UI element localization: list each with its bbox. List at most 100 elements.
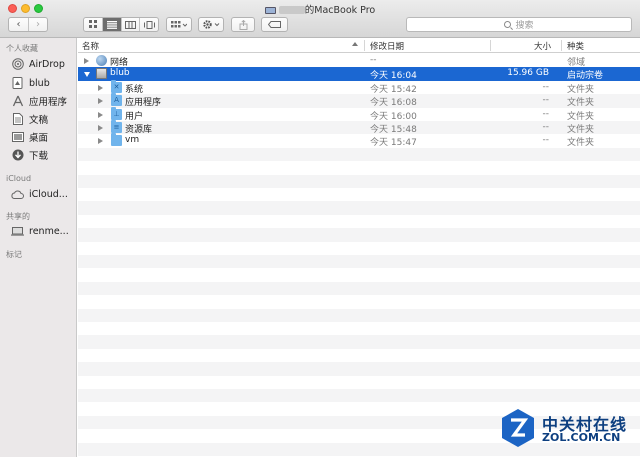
column-header-name[interactable]: 名称 — [82, 40, 99, 52]
disclosure-triangle-icon[interactable] — [98, 138, 103, 145]
row-stripe — [78, 322, 640, 335]
sidebar-item-desktop[interactable]: 桌面 — [11, 130, 48, 144]
row-stripe — [78, 376, 640, 389]
list-icon — [107, 20, 118, 29]
column-divider[interactable] — [490, 40, 491, 51]
row-date: 今天 16:04 — [370, 71, 417, 82]
share-button[interactable] — [231, 17, 255, 32]
row-stripe — [78, 308, 640, 322]
disclosure-triangle-icon[interactable] — [84, 58, 89, 64]
column-header-kind[interactable]: 种类 — [567, 40, 584, 52]
sidebar-item-icloud-drive[interactable]: iCloud... — [11, 187, 68, 201]
search-placeholder: 搜索 — [515, 21, 534, 31]
search-field[interactable]: 搜索 — [406, 17, 632, 32]
tag-button[interactable] — [261, 17, 288, 32]
desktop-icon — [11, 131, 24, 144]
back-button[interactable]: ‹ — [9, 18, 28, 31]
row-size: -- — [542, 135, 550, 146]
apps-folder-icon: A — [111, 93, 122, 107]
sidebar-item-label: 桌面 — [29, 133, 49, 144]
row-date: 今天 16:08 — [370, 98, 417, 109]
row-kind: 文件夹 — [567, 98, 595, 109]
laptop-icon — [264, 7, 276, 14]
window-toolbar: 的MacBook Pro ‹ › 搜索 — [0, 0, 640, 38]
row-size: -- — [542, 95, 550, 106]
table-row-blub[interactable]: blub 今天 16:04 15.96 GB 启动宗卷 — [78, 67, 640, 82]
table-row-users[interactable]: ⊥ 用户 今天 16:00 -- 文件夹 — [78, 106, 640, 122]
airdrop-icon — [11, 58, 24, 71]
row-size: 15.96 GB — [507, 68, 549, 79]
arrange-button[interactable] — [166, 17, 192, 32]
table-row-network[interactable]: 网络 -- 邻域 — [78, 54, 640, 68]
search-icon — [504, 21, 512, 28]
share-icon — [239, 19, 247, 30]
apps-icon — [11, 95, 24, 108]
view-mode-selector — [83, 17, 159, 32]
icon-view-button[interactable] — [84, 18, 102, 31]
disclosure-triangle-icon[interactable] — [98, 111, 103, 118]
disclosure-triangle-icon[interactable] — [98, 84, 103, 91]
row-stripe — [78, 349, 640, 362]
row-stripe — [78, 147, 640, 162]
row-name: 资源库 — [125, 125, 153, 135]
sidebar-item-applications[interactable]: 应用程序 — [11, 94, 67, 108]
column-divider[interactable] — [364, 40, 365, 51]
sort-ascending-icon — [352, 42, 358, 46]
row-name: 网络 — [110, 58, 129, 68]
row-stripe — [78, 188, 640, 201]
sidebar-item-blub[interactable]: blub — [11, 76, 50, 90]
house-icon — [11, 77, 24, 90]
sidebar-item-shared-computer[interactable]: renme... — [11, 224, 69, 238]
row-name: vm — [125, 135, 140, 146]
table-row-library[interactable]: ≡ 资源库 今天 15:48 -- 文件夹 — [78, 120, 640, 135]
row-kind: 邻域 — [567, 58, 586, 68]
arrange-grid-icon — [171, 20, 187, 27]
list-view-button[interactable] — [102, 18, 121, 31]
navigation-buttons: ‹ › — [8, 17, 48, 32]
row-name: 系统 — [125, 84, 144, 95]
disclosure-triangle-icon[interactable] — [98, 125, 103, 131]
row-kind: 启动宗卷 — [567, 71, 604, 82]
sidebar-item-airdrop[interactable]: AirDrop — [11, 57, 65, 71]
grid-icon — [88, 20, 97, 28]
sidebar-item-label: iCloud... — [29, 188, 68, 200]
row-date: 今天 15:48 — [370, 125, 417, 135]
row-stripe — [78, 295, 640, 308]
sidebar-header-icloud: iCloud — [6, 174, 32, 183]
action-button[interactable] — [198, 17, 224, 32]
column-divider[interactable] — [561, 40, 562, 51]
disk-icon — [96, 68, 107, 80]
disclosure-triangle-icon[interactable] — [98, 98, 103, 105]
cover-flow-view-button[interactable] — [139, 18, 158, 31]
row-kind: 文件夹 — [567, 84, 595, 95]
computer-icon — [11, 225, 24, 238]
cover-flow-icon — [143, 20, 155, 29]
row-stripe — [78, 389, 640, 403]
zol-logo-icon — [502, 409, 534, 447]
row-kind: 文件夹 — [567, 138, 595, 149]
table-row-applications[interactable]: A 应用程序 今天 16:08 -- 文件夹 — [78, 93, 640, 109]
system-folder-icon: ✕ — [111, 79, 122, 93]
sidebar-item-downloads[interactable]: 下载 — [11, 148, 48, 162]
column-header-date[interactable]: 修改日期 — [370, 40, 404, 52]
document-icon — [11, 113, 24, 126]
column-header-size[interactable]: 大小 — [534, 40, 551, 52]
file-list: 网络 -- 邻域 blub 今天 16:04 15.96 GB 启动宗卷 ✕ 系… — [78, 54, 640, 457]
table-row-system[interactable]: ✕ 系统 今天 15:42 -- 文件夹 — [78, 79, 640, 95]
row-stripe — [78, 281, 640, 296]
row-stripe — [78, 255, 640, 269]
table-row-vm[interactable]: vm 今天 15:47 -- 文件夹 — [78, 133, 640, 149]
row-kind: 文件夹 — [567, 111, 595, 122]
download-icon — [11, 149, 24, 162]
forward-button[interactable]: › — [27, 18, 47, 31]
sidebar-item-documents[interactable]: 文稿 — [11, 112, 48, 126]
row-size: -- — [542, 81, 550, 92]
column-header: 名称 修改日期 大小 种类 — [78, 38, 640, 53]
column-view-button[interactable] — [120, 18, 140, 31]
row-kind: 文件夹 — [567, 125, 595, 135]
disclosure-triangle-expanded-icon[interactable] — [84, 72, 90, 78]
sidebar-header-favorites: 个人收藏 — [6, 44, 38, 53]
row-name: 用户 — [125, 111, 144, 122]
row-stripe — [78, 268, 640, 281]
row-size: -- — [542, 122, 550, 132]
